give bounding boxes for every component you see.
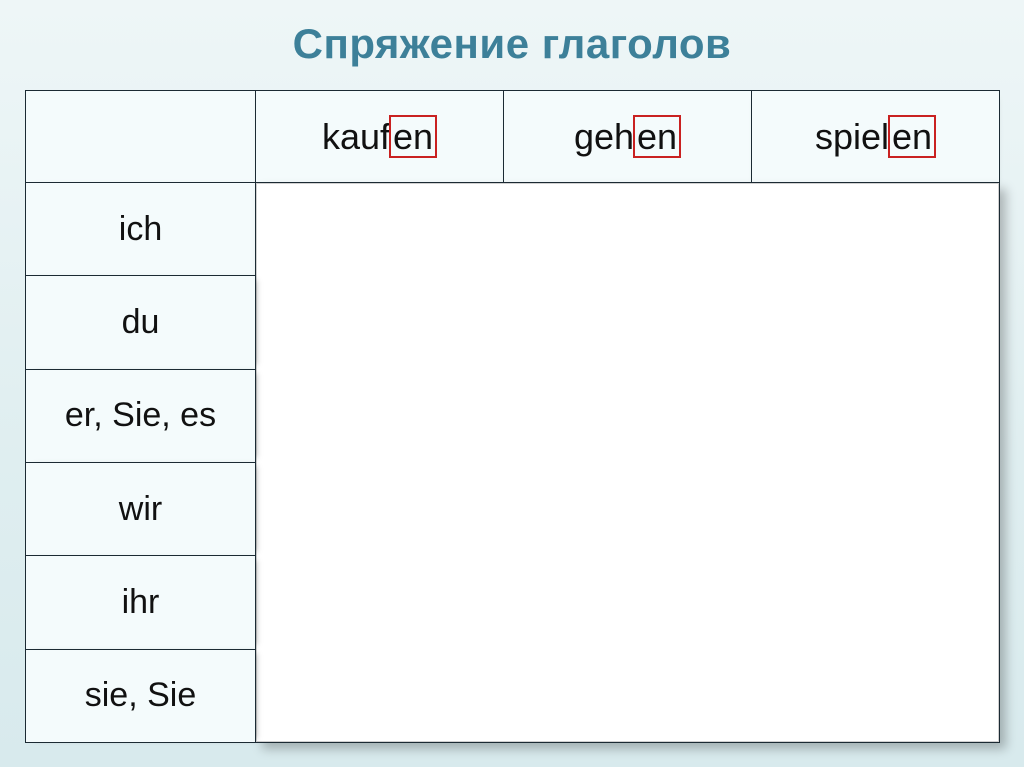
verb-ending-box: en (389, 115, 437, 159)
header-empty-corner (26, 91, 256, 183)
verb-header-kaufen: kaufen (256, 91, 504, 183)
pronoun-cell-wir: wir (26, 462, 256, 555)
verb-stem: geh (574, 116, 634, 157)
verb-ending-box: en (633, 115, 681, 159)
pronoun-cell-ihr: ihr (26, 556, 256, 649)
verb-stem: spiel (815, 116, 889, 157)
pronoun-cell-er-sie-es: er, Sie, es (26, 369, 256, 462)
slide: Спряжение глаголов kaufen gehen (0, 0, 1024, 767)
conjugation-body-area (256, 183, 1000, 743)
pronoun-cell-ich: ich (26, 183, 256, 276)
verb-stem: kauf (322, 116, 390, 157)
pronoun-cell-du: du (26, 276, 256, 369)
table-row: ich (26, 183, 1000, 276)
page-title: Спряжение глаголов (0, 0, 1024, 76)
table-header-row: kaufen gehen spielen (26, 91, 1000, 183)
verb-header-gehen: gehen (504, 91, 752, 183)
conjugation-table-wrap: kaufen gehen spielen ich du (25, 90, 1000, 743)
pronoun-cell-sie-Sie: sie, Sie (26, 649, 256, 742)
verb-ending-box: en (888, 115, 936, 159)
conjugation-table: kaufen gehen spielen ich du (25, 90, 1000, 743)
verb-header-spielen: spielen (752, 91, 1000, 183)
